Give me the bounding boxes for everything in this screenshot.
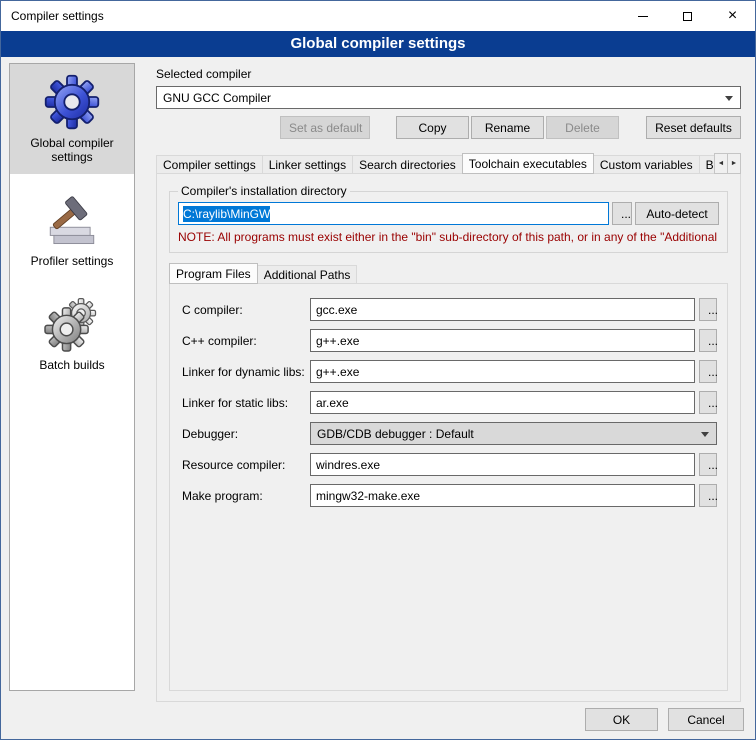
minimize-icon <box>638 16 648 17</box>
cpp-compiler-input[interactable] <box>310 329 695 352</box>
cancel-button[interactable]: Cancel <box>668 708 744 731</box>
compiler-actions: Set as default Copy Rename Delete Reset … <box>156 116 741 139</box>
linker-static-label: Linker for static libs: <box>182 396 310 410</box>
browse-c-compiler-button[interactable]: ... <box>699 298 717 321</box>
titlebar: Compiler settings × <box>1 1 755 31</box>
close-button[interactable]: × <box>710 1 755 31</box>
ok-button[interactable]: OK <box>585 708 658 731</box>
gray-gears-icon <box>43 295 101 353</box>
tab-scroll-left-icon[interactable]: ◄ <box>714 153 728 174</box>
resource-compiler-label: Resource compiler: <box>182 458 310 472</box>
settings-tabstrip: Compiler settings Linker settings Search… <box>156 153 741 174</box>
tab-toolchain-executables[interactable]: Toolchain executables <box>462 153 594 174</box>
installation-directory-row: C:\raylib\MinGW ... Auto-detect <box>178 202 719 225</box>
debugger-label: Debugger: <box>182 427 310 441</box>
debugger-row: Debugger: GDB/CDB debugger : Default <box>182 422 717 445</box>
browse-resource-compiler-button[interactable]: ... <box>699 453 717 476</box>
sidebar-item-label: Profiler settings <box>31 254 114 268</box>
installation-directory-selected-text: C:\raylib\MinGW <box>183 206 270 222</box>
delete-button: Delete <box>546 116 619 139</box>
sidebar-item-global-compiler-settings[interactable]: Global compiler settings <box>10 64 134 174</box>
dialog-header: Global compiler settings <box>1 31 755 57</box>
linker-dynamic-label: Linker for dynamic libs: <box>182 365 310 379</box>
close-icon: × <box>728 8 737 24</box>
tab-compiler-settings[interactable]: Compiler settings <box>156 155 263 174</box>
selected-compiler-value: GNU GCC Compiler <box>163 91 271 105</box>
maximize-button[interactable] <box>665 1 710 31</box>
tab-search-directories[interactable]: Search directories <box>352 155 463 174</box>
linker-dynamic-row: Linker for dynamic libs: ... <box>182 360 717 383</box>
tab-linker-settings[interactable]: Linker settings <box>262 155 353 174</box>
toolchain-executables-page: Compiler's installation directory C:\ray… <box>156 173 741 702</box>
make-program-row: Make program: ... <box>182 484 717 507</box>
selected-compiler-label: Selected compiler <box>156 67 741 82</box>
window-title: Compiler settings <box>1 9 104 23</box>
tab-custom-variables[interactable]: Custom variables <box>593 155 700 174</box>
make-program-label: Make program: <box>182 489 310 503</box>
linker-static-input[interactable] <box>310 391 695 414</box>
set-as-default-button: Set as default <box>280 116 370 139</box>
make-program-input[interactable] <box>310 484 695 507</box>
profiler-hammer-icon <box>43 191 101 249</box>
compiler-settings-window: Compiler settings × Global compiler sett… <box>0 0 756 740</box>
selected-compiler-dropdown[interactable]: GNU GCC Compiler <box>156 86 741 109</box>
debugger-dropdown[interactable]: GDB/CDB debugger : Default <box>310 422 717 445</box>
tab-scroll-right-icon[interactable]: ► <box>727 153 741 174</box>
reset-defaults-button[interactable]: Reset defaults <box>646 116 741 139</box>
browse-make-program-button[interactable]: ... <box>699 484 717 507</box>
dialog-footer: OK Cancel <box>585 708 744 731</box>
c-compiler-input[interactable] <box>310 298 695 321</box>
sidebar-item-label: Batch builds <box>39 358 104 372</box>
bin-subdirectory-note: NOTE: All programs must exist either in … <box>178 230 719 244</box>
program-files-page: C compiler: ... C++ compiler: ... Linker… <box>169 283 728 691</box>
tab-scroll-buttons: ◄ ► <box>714 153 741 174</box>
resource-compiler-input[interactable] <box>310 453 695 476</box>
linker-static-row: Linker for static libs: ... <box>182 391 717 414</box>
program-files-tabstrip: Program Files Additional Paths <box>169 263 728 284</box>
rename-button[interactable]: Rename <box>471 116 544 139</box>
browse-linker-dynamic-button[interactable]: ... <box>699 360 717 383</box>
cpp-compiler-row: C++ compiler: ... <box>182 329 717 352</box>
chevron-down-icon <box>725 96 733 101</box>
settings-category-sidebar: Global compiler settings Profiler settin… <box>9 63 135 691</box>
linker-dynamic-input[interactable] <box>310 360 695 383</box>
maximize-icon <box>683 12 692 21</box>
installation-directory-group-title: Compiler's installation directory <box>178 184 350 198</box>
resource-compiler-row: Resource compiler: ... <box>182 453 717 476</box>
tab-additional-paths[interactable]: Additional Paths <box>257 265 358 284</box>
sidebar-item-profiler-settings[interactable]: Profiler settings <box>10 182 134 278</box>
blue-gear-icon <box>43 73 101 131</box>
window-controls: × <box>620 1 755 31</box>
tab-program-files[interactable]: Program Files <box>169 263 258 284</box>
copy-button[interactable]: Copy <box>396 116 469 139</box>
c-compiler-row: C compiler: ... <box>182 298 717 321</box>
installation-directory-group: Compiler's installation directory C:\ray… <box>169 184 728 253</box>
debugger-value: GDB/CDB debugger : Default <box>317 427 474 441</box>
installation-directory-input[interactable]: C:\raylib\MinGW <box>178 202 609 225</box>
minimize-button[interactable] <box>620 1 665 31</box>
browse-linker-static-button[interactable]: ... <box>699 391 717 414</box>
browse-directory-button[interactable]: ... <box>612 202 632 225</box>
chevron-down-icon <box>701 432 709 437</box>
c-compiler-label: C compiler: <box>182 303 310 317</box>
main-panel: Selected compiler GNU GCC Compiler Set a… <box>145 57 749 709</box>
auto-detect-button[interactable]: Auto-detect <box>635 202 719 225</box>
sidebar-item-label: Global compiler settings <box>14 136 130 164</box>
sidebar-item-batch-builds[interactable]: Batch builds <box>10 286 134 382</box>
cpp-compiler-label: C++ compiler: <box>182 334 310 348</box>
browse-cpp-compiler-button[interactable]: ... <box>699 329 717 352</box>
